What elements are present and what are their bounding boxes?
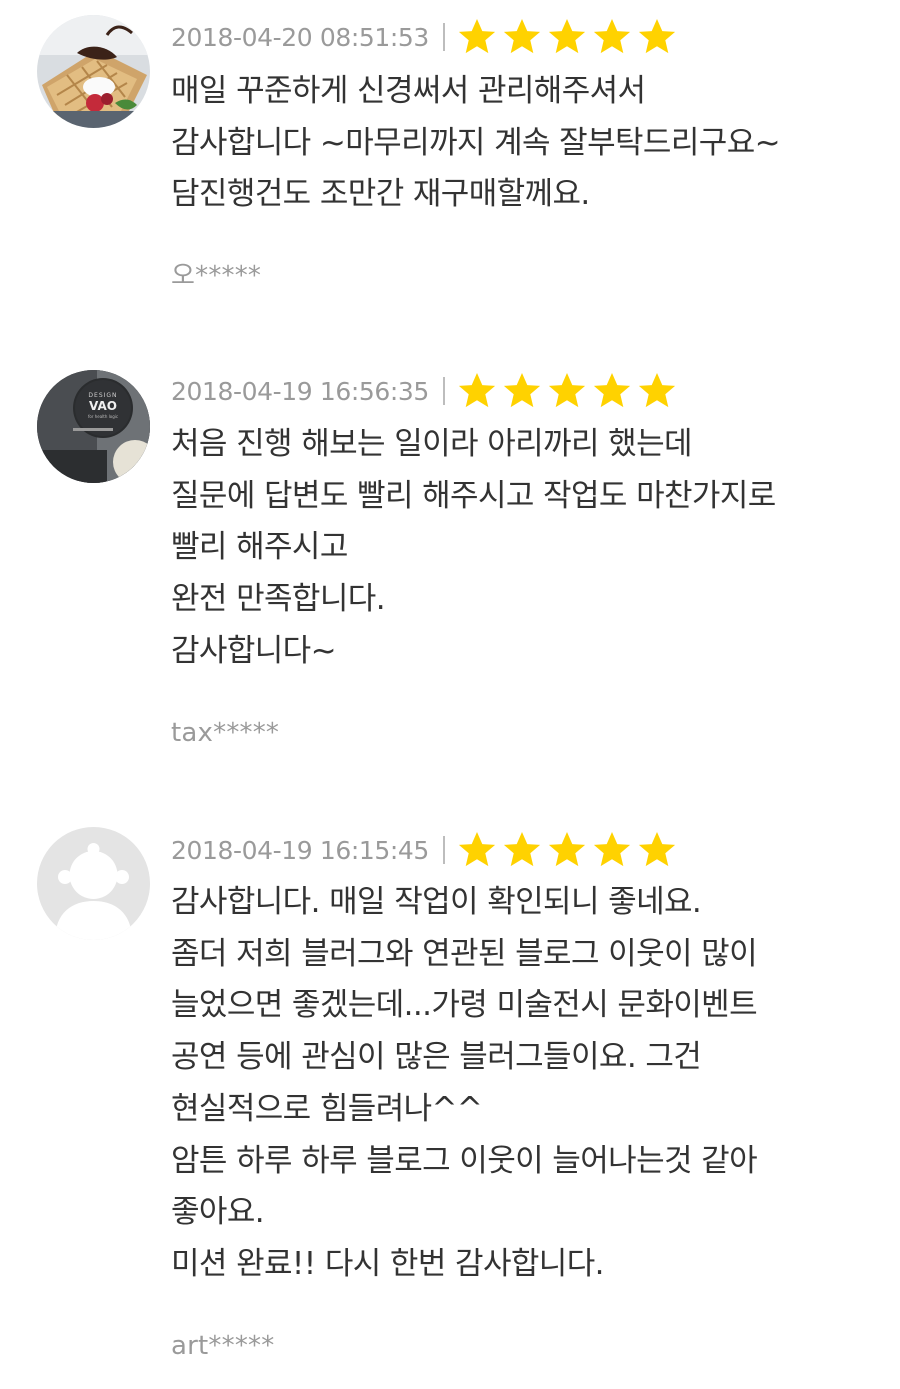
- avatar[interactable]: [37, 15, 150, 128]
- vertical-bar-separator: [442, 23, 445, 51]
- star-icon: [593, 373, 631, 408]
- star-icon: [548, 373, 586, 408]
- avatar[interactable]: DESIGN VAO for health logic: [37, 370, 150, 483]
- star-icon: [503, 832, 541, 867]
- star-icon: [638, 832, 676, 867]
- star-icon: [458, 832, 496, 867]
- avatar[interactable]: [37, 827, 150, 940]
- star-icon: [503, 373, 541, 408]
- review-date: 2018-04-20 08:51:53: [171, 22, 429, 52]
- vertical-bar-separator: [442, 377, 445, 405]
- star-icon: [638, 19, 676, 54]
- review-text-line: 매일 꾸준하게 신경써서 관리해주셔서: [171, 73, 646, 109]
- star-rating: [457, 830, 677, 870]
- review-text: 매일 꾸준하게 신경써서 관리해주셔서 감사합니다 ~마무리까지 계속 잘부탁드…: [171, 66, 781, 221]
- review-date: 2018-04-19 16:15:45: [171, 835, 429, 865]
- review-date: 2018-04-19 16:56:35: [171, 376, 429, 406]
- review-text-line: 감사합니다 ~마무리까지 계속 잘부탁드리구요~: [171, 124, 781, 161]
- review-text-line: 좀더 저희 블러그와 연관된 블로그 이웃이 많이: [171, 935, 758, 972]
- review-text-line: 감사합니다~: [171, 632, 337, 669]
- star-icon: [503, 19, 541, 54]
- review-text-line: 암튼 하루 하루 블로그 이웃이 늘어나는것 같아: [171, 1142, 758, 1179]
- star-rating: [457, 17, 677, 57]
- review-text-line: 완전 만족합니다.: [171, 581, 386, 618]
- review-text: 처음 진행 해보는 일이라 아리까리 했는데 질문에 답변도 빨리 해주시고 작…: [171, 419, 776, 678]
- star-icon: [458, 373, 496, 408]
- star-icon: [548, 832, 586, 867]
- star-rating: [457, 371, 677, 411]
- review-text-line: 늘었으면 좋겠는데...가령 미술전시 문화이벤트: [171, 987, 758, 1024]
- star-icon: [593, 19, 631, 54]
- star-icon: [593, 832, 631, 867]
- avatar-logo-text: for health logic: [88, 414, 118, 419]
- review-text-line: 현실적으로 힘들려나^^: [171, 1090, 483, 1127]
- avatar-logo-text: VAO: [89, 399, 117, 413]
- review-text-line: 빨리 해주시고: [171, 529, 348, 566]
- review-text-line: 질문에 답변도 빨리 해주시고 작업도 마찬가지로: [171, 477, 776, 514]
- review-text-line: 미션 완료!! 다시 한번 감사합니다.: [171, 1245, 604, 1282]
- review-author: art*****: [171, 1331, 275, 1361]
- review-author: 오*****: [171, 261, 262, 291]
- review-text: 감사합니다. 매일 작업이 확인되니 좋네요. 좀더 저희 블러그와 연관된 블…: [171, 877, 758, 1291]
- vertical-bar-separator: [442, 836, 445, 864]
- review-meta: 2018-04-19 16:15:45: [171, 830, 677, 870]
- review-meta: 2018-04-19 16:56:35: [171, 371, 677, 411]
- default-profile-icon: [37, 827, 150, 940]
- star-icon: [548, 19, 586, 54]
- star-icon: [458, 19, 496, 54]
- review-text-line: 좋아요.: [171, 1194, 265, 1231]
- review-text-line: 처음 진행 해보는 일이라 아리까리 했는데: [171, 426, 693, 462]
- review-text-line: 공연 등에 관심이 많은 블러그들이요. 그건: [171, 1039, 702, 1076]
- review-meta: 2018-04-20 08:51:53: [171, 17, 677, 57]
- review-text-line: 담진행건도 조만간 재구매할께요.: [171, 176, 590, 213]
- review-author: tax*****: [171, 718, 280, 748]
- avatar-logo-text: DESIGN: [88, 392, 117, 399]
- review-text-line: 감사합니다. 매일 작업이 확인되니 좋네요.: [171, 884, 702, 920]
- star-icon: [638, 373, 676, 408]
